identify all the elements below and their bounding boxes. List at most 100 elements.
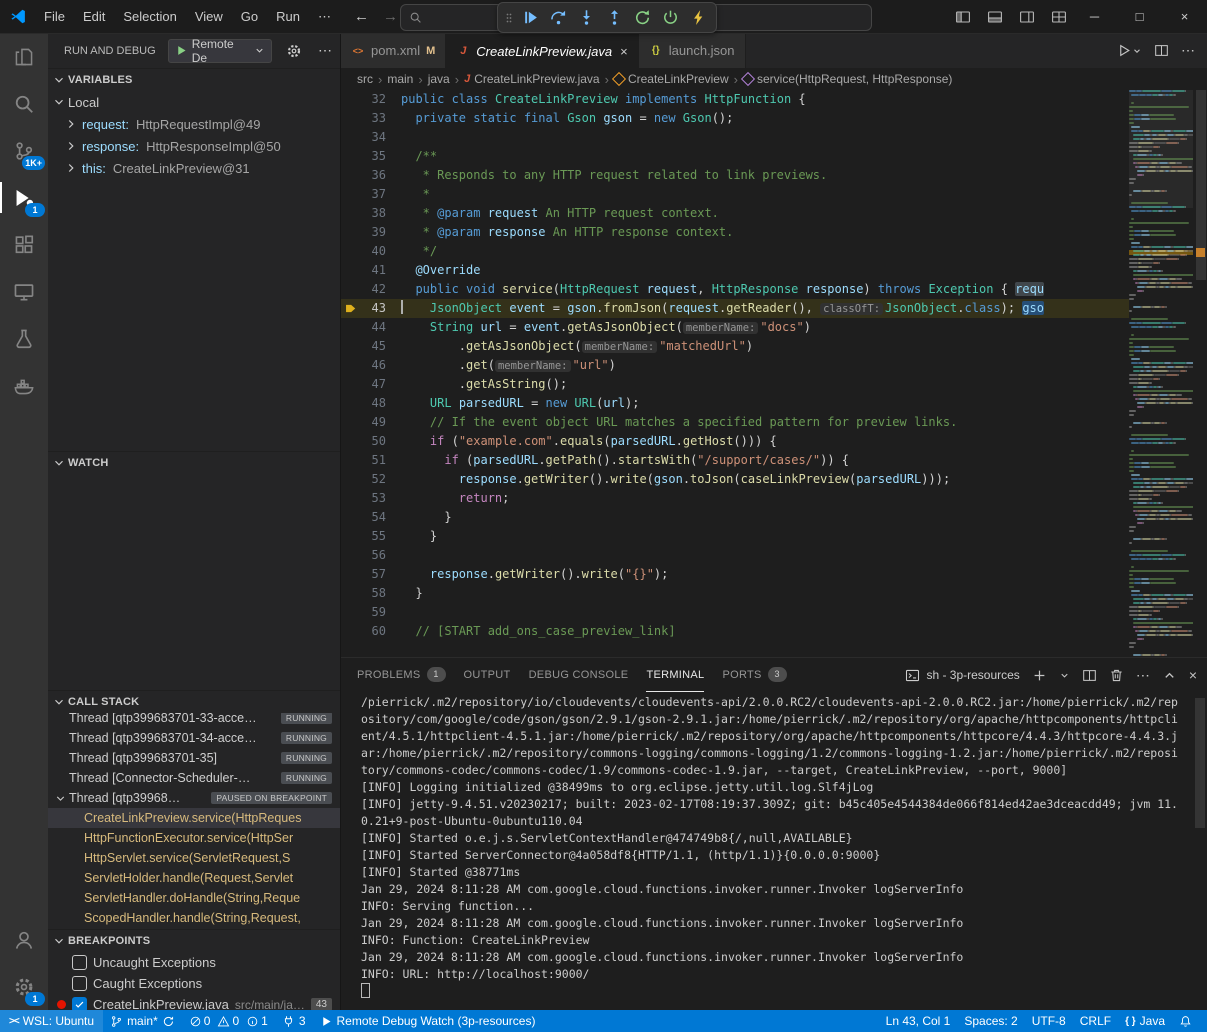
breakpoint-gutter[interactable] xyxy=(341,109,359,128)
activity-search[interactable] xyxy=(0,80,48,127)
call-stack-frame[interactable]: ServletHandler.doHandle(String,Reque xyxy=(48,888,340,908)
menu-go[interactable]: Go xyxy=(232,0,267,33)
breakpoint-gutter[interactable] xyxy=(341,128,359,147)
problems-indicator[interactable]: 0 0 1 xyxy=(182,1010,275,1032)
activity-docker[interactable] xyxy=(0,362,48,409)
indentation[interactable]: Spaces: 2 xyxy=(957,1010,1024,1032)
breadcrumb-item[interactable]: service(HttpRequest, HttpResponse) xyxy=(743,72,952,86)
call-stack-thread[interactable]: Thread [qtp399683701-35]RUNNING xyxy=(48,748,340,768)
breakpoint-gutter[interactable] xyxy=(341,223,359,242)
hot-code-replace-button[interactable] xyxy=(686,5,711,30)
breakpoint-gutter[interactable] xyxy=(341,565,359,584)
terminal-scrollbar[interactable] xyxy=(1195,698,1205,828)
call-stack-frame[interactable]: ServletHolder.handle(Request,Servlet xyxy=(48,868,340,888)
panel-tab-terminal[interactable]: TERMINAL xyxy=(646,658,704,692)
close-icon[interactable]: × xyxy=(620,44,628,59)
code-line[interactable]: 46 .get(memberName:"url") xyxy=(341,356,1129,375)
breakpoint-gutter[interactable] xyxy=(341,356,359,375)
code-line[interactable]: 49 // If the event object URL matches a … xyxy=(341,413,1129,432)
code-line[interactable]: 50 if ("example.com".equals(parsedURL.ge… xyxy=(341,432,1129,451)
activity-settings[interactable]: 1 xyxy=(0,963,48,1010)
more-actions-icon[interactable]: ⋯ xyxy=(318,42,332,59)
breakpoints-header[interactable]: BREAKPOINTS xyxy=(48,930,340,952)
close-button[interactable]: × xyxy=(1162,0,1207,33)
watch-header[interactable]: WATCH xyxy=(48,452,340,474)
scope-local[interactable]: Local xyxy=(48,91,340,113)
code-line[interactable]: 41 @Override xyxy=(341,261,1129,280)
panel-tab-output[interactable]: OUTPUT xyxy=(464,658,511,692)
start-debug-icon[interactable] xyxy=(175,44,188,57)
code-editor[interactable]: 32public class CreateLinkPreview impleme… xyxy=(341,90,1207,657)
call-stack-thread[interactable]: Thread [Connector-Scheduler-…RUNNING xyxy=(48,768,340,788)
code-line[interactable]: 45 .getAsJsonObject(memberName:"matchedU… xyxy=(341,337,1129,356)
run-java-button[interactable] xyxy=(1117,43,1142,58)
menu-edit[interactable]: Edit xyxy=(74,0,114,33)
breakpoint-gutter[interactable] xyxy=(341,375,359,394)
code-line[interactable]: 39 * @param response An HTTP response co… xyxy=(341,223,1129,242)
breakpoint-row[interactable]: Caught Exceptions xyxy=(48,973,340,994)
tab-CreateLinkPreview.java[interactable]: JCreateLinkPreview.java× xyxy=(446,33,638,68)
call-stack-frame[interactable]: HttpServlet.service(ServletRequest,S xyxy=(48,848,340,868)
code-line[interactable]: 44 String url = event.getAsJsonObject(me… xyxy=(341,318,1129,337)
split-editor-icon[interactable] xyxy=(1154,43,1169,58)
code-line[interactable]: 53 return; xyxy=(341,489,1129,508)
breakpoint-gutter[interactable] xyxy=(341,622,359,641)
breakpoint-gutter[interactable] xyxy=(341,489,359,508)
breakpoint-row[interactable]: Uncaught Exceptions xyxy=(48,952,340,973)
breakpoint-gutter[interactable] xyxy=(341,394,359,413)
breakpoint-gutter[interactable] xyxy=(341,337,359,356)
remote-indicator[interactable]: >< WSL: Ubuntu xyxy=(0,1010,103,1032)
breakpoint-gutter[interactable] xyxy=(341,261,359,280)
code-line[interactable]: 42 public void service(HttpRequest reque… xyxy=(341,280,1129,299)
eol-sequence[interactable]: CRLF xyxy=(1073,1010,1118,1032)
ports-indicator[interactable]: 3 xyxy=(275,1010,313,1032)
activity-extensions[interactable] xyxy=(0,221,48,268)
code-line[interactable]: 58 } xyxy=(341,584,1129,603)
code-line[interactable]: 56 xyxy=(341,546,1129,565)
breakpoint-row[interactable]: CreateLinkPreview.javasrc/main/java43 xyxy=(48,994,340,1010)
branch-indicator[interactable]: main* xyxy=(103,1010,182,1032)
variable-row[interactable]: this:CreateLinkPreview@31 xyxy=(48,157,340,179)
customize-layout-icon[interactable] xyxy=(1051,9,1067,25)
minimize-button[interactable]: ─ xyxy=(1072,0,1117,33)
menu-selection[interactable]: Selection xyxy=(114,0,185,33)
code-line[interactable]: 32public class CreateLinkPreview impleme… xyxy=(341,90,1129,109)
panel-tab-debug-console[interactable]: DEBUG CONSOLE xyxy=(529,658,629,692)
code-line[interactable]: 48 URL parsedURL = new URL(url); xyxy=(341,394,1129,413)
breadcrumb-item[interactable]: CreateLinkPreview xyxy=(614,72,729,86)
breakpoint-gutter[interactable] xyxy=(341,432,359,451)
kill-terminal-icon[interactable] xyxy=(1109,668,1124,683)
minimap[interactable] xyxy=(1129,90,1193,657)
code-line[interactable]: 40 */ xyxy=(341,242,1129,261)
code-line[interactable]: 55 } xyxy=(341,527,1129,546)
menu-overflow[interactable]: ⋯ xyxy=(309,0,340,33)
breadcrumb-item[interactable]: main xyxy=(387,72,413,86)
language-mode[interactable]: { } Java xyxy=(1118,1010,1172,1032)
code-line[interactable]: 37 * xyxy=(341,185,1129,204)
launch-config-dropdown[interactable]: Remote De xyxy=(168,39,272,63)
breadcrumb-item[interactable]: src xyxy=(357,72,373,86)
breakpoint-checkbox[interactable] xyxy=(72,976,87,991)
disconnect-button[interactable] xyxy=(658,5,683,30)
chevron-down-icon[interactable] xyxy=(1059,670,1070,681)
call-stack-frame[interactable]: CreateLinkPreview.service(HttpReques xyxy=(48,808,340,828)
menu-view[interactable]: View xyxy=(186,0,232,33)
menu-run[interactable]: Run xyxy=(267,0,309,33)
code-line[interactable]: 38 * @param request An HTTP request cont… xyxy=(341,204,1129,223)
breakpoint-checkbox[interactable] xyxy=(72,997,87,1010)
breakpoint-gutter[interactable] xyxy=(341,166,359,185)
tab-launch.json[interactable]: {}launch.json xyxy=(639,33,746,68)
activity-files[interactable] xyxy=(0,33,48,80)
activity-debug[interactable]: 1 xyxy=(0,174,48,221)
call-stack-thread[interactable]: Thread [qtp399683701-33-acce…RUNNING xyxy=(48,713,340,728)
breakpoint-gutter[interactable] xyxy=(341,204,359,223)
code-line[interactable]: 35 /** xyxy=(341,147,1129,166)
step-into-button[interactable] xyxy=(574,5,599,30)
back-button[interactable]: ← xyxy=(354,8,369,25)
breakpoint-gutter[interactable] xyxy=(341,413,359,432)
breakpoint-gutter[interactable] xyxy=(341,242,359,261)
more-actions-icon[interactable]: ⋯ xyxy=(1136,667,1150,684)
code-line[interactable]: 59 xyxy=(341,603,1129,622)
toggle-secondary-sidebar-icon[interactable] xyxy=(1019,9,1035,25)
code-line[interactable]: 54 } xyxy=(341,508,1129,527)
